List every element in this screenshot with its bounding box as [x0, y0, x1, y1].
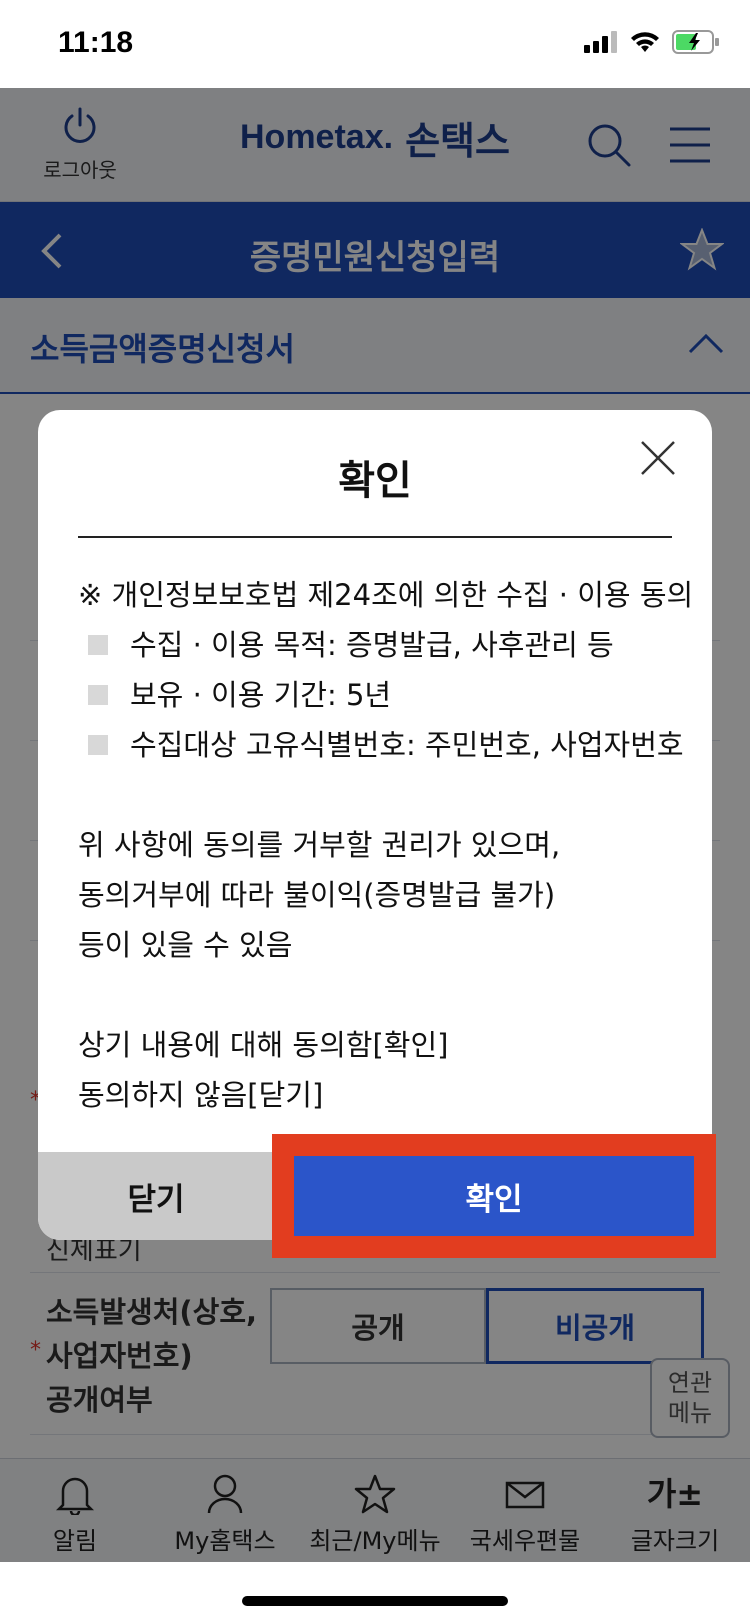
bullet-square-icon	[88, 635, 108, 655]
consent-bullet: 보유 · 이용 기간: 5년	[78, 670, 678, 720]
notice-line: 등이 있을 수 있음	[78, 928, 293, 962]
status-time: 11:18	[58, 26, 134, 59]
bullet-square-icon	[88, 685, 108, 705]
modal-body: ※ 개인정보보호법 제24조에 의한 수집 · 이용 동의 수집 · 이용 목적…	[78, 570, 694, 1120]
close-icon[interactable]	[638, 438, 678, 478]
home-indicator-area	[0, 1562, 750, 1624]
notice-line: 위 사항에 동의를 거부할 권리가 있으며,	[78, 828, 561, 862]
consent-bullet: 수집대상 고유식별번호: 주민번호, 사업자번호	[78, 720, 684, 770]
instruction-line: 상기 내용에 대해 동의함[확인]	[78, 1028, 449, 1062]
bullet-text: 수집 · 이용 목적: 증명발급, 사후관리 등	[130, 628, 614, 662]
wifi-icon	[631, 32, 659, 52]
close-button[interactable]: 닫기	[38, 1152, 274, 1240]
consent-bullet: 수집 · 이용 목적: 증명발급, 사후관리 등	[78, 620, 678, 670]
notice-line: 동의거부에 따라 불이익(증명발급 불가)	[78, 878, 556, 912]
status-bar: 11:18	[0, 0, 750, 88]
consent-modal: 확인 ※ 개인정보보호법 제24조에 의한 수집 · 이용 동의 수집 · 이용…	[38, 410, 712, 1240]
battery-charging-icon	[672, 30, 719, 54]
modal-title: 확인	[338, 458, 412, 504]
confirm-button[interactable]: 확인	[294, 1156, 694, 1236]
modal-divider	[78, 536, 672, 538]
consent-heading: ※ 개인정보보호법 제24조에 의한 수집 · 이용 동의	[78, 578, 694, 612]
instruction-line: 동의하지 않음[닫기]	[78, 1078, 324, 1112]
bullet-text: 수집대상 고유식별번호: 주민번호, 사업자번호	[130, 728, 684, 762]
instruction-paragraph: 상기 내용에 대해 동의함[확인] 동의하지 않음[닫기]	[78, 1020, 678, 1120]
home-indicator[interactable]	[242, 1596, 508, 1606]
cellular-signal-icon	[584, 31, 617, 53]
bullet-square-icon	[88, 735, 108, 755]
bullet-text: 보유 · 이용 기간: 5년	[130, 678, 392, 712]
status-icons	[584, 30, 720, 54]
notice-paragraph: 위 사항에 동의를 거부할 권리가 있으며, 동의거부에 따라 불이익(증명발급…	[78, 820, 678, 970]
